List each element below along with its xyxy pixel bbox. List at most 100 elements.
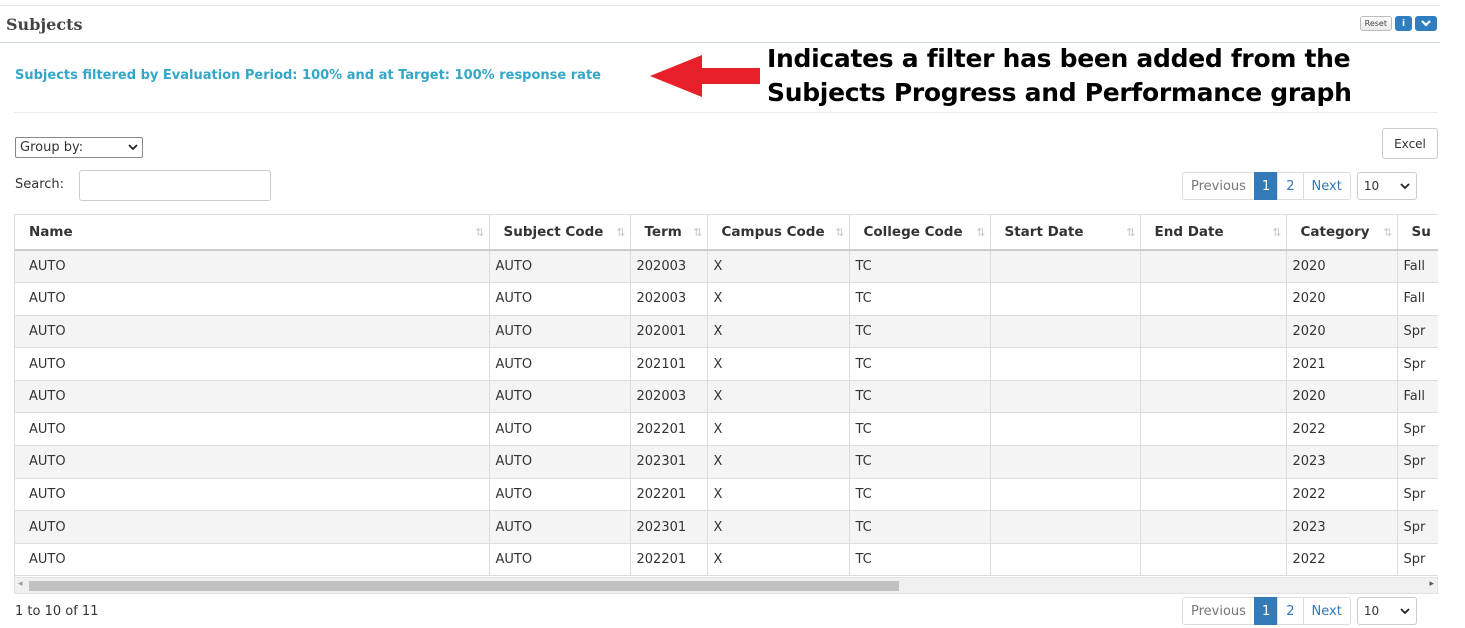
table-cell: AUTO [15,478,490,512]
table-cell: TC [849,412,991,447]
page-1-button[interactable]: 1 [1253,597,1279,625]
group-by-select[interactable]: Group by: [15,137,143,158]
annotation-line-2: Subjects Progress and Performance graph [767,78,1352,107]
table-cell: 2022 [1286,543,1398,577]
table-row[interactable]: AUTO AUTO 202301 X TC 2023 Spr [15,510,1438,544]
table-cell [990,510,1141,544]
table-row[interactable]: AUTO AUTO 202003 X TC 2020 Fall [15,282,1438,316]
chevron-down-icon [1421,20,1431,27]
table-cell: AUTO [489,445,631,479]
table-cell [1140,250,1287,284]
sort-icon: ⇅ [976,226,986,239]
table-cell: AUTO [15,543,490,577]
reset-button[interactable]: Reset [1359,16,1392,31]
table-row[interactable]: AUTO AUTO 202101 X TC 2021 Spr [15,347,1438,381]
table-row[interactable]: AUTO AUTO 202301 X TC 2023 Spr [15,445,1438,479]
table-row[interactable]: AUTO AUTO 202003 X TC 2020 Fall [15,250,1438,284]
table-cell: 202001 [630,315,708,349]
page-length-select[interactable]: 10 [1356,597,1417,625]
table-cell: AUTO [489,412,631,447]
filter-notice: Subjects filtered by Evaluation Period: … [15,68,601,83]
table-cell: AUTO [15,445,490,479]
page-length-value: 10 [1363,179,1380,193]
table-cell: X [707,543,850,577]
pagination-bottom: Previous 1 2 Next 10 [1182,597,1417,625]
column-header-end-date[interactable]: End Date ⇅ [1140,215,1287,251]
table-cell: TC [849,380,991,414]
excel-button[interactable]: Excel [1382,128,1438,159]
column-header-start-date[interactable]: Start Date ⇅ [990,215,1141,251]
sort-icon: ⇅ [1126,226,1136,239]
table-cell: 2023 [1286,445,1398,479]
page-length-value: 10 [1363,604,1380,618]
table-cell [1140,347,1287,381]
table-cell: 202201 [630,543,708,577]
next-button[interactable]: Next [1302,597,1351,625]
table-row[interactable]: AUTO AUTO 202201 X TC 2022 Spr [15,478,1438,512]
scroll-right-icon[interactable]: ▸ [1429,579,1434,589]
table-row[interactable]: AUTO AUTO 202201 X TC 2022 Spr [15,412,1438,447]
page-length-select[interactable]: 10 [1356,172,1417,200]
table-cell: 2021 [1286,347,1398,381]
column-header-su[interactable]: Su [1397,215,1438,251]
next-button[interactable]: Next [1302,172,1351,200]
scroll-left-icon[interactable]: ◂ [18,579,23,589]
column-header-campus-code[interactable]: Campus Code ⇅ [707,215,850,251]
table-cell: TC [849,478,991,512]
table-cell [1140,282,1287,316]
table-cell: X [707,380,850,414]
table-cell: 202003 [630,380,708,414]
table-row[interactable]: AUTO AUTO 202001 X TC 2020 Spr [15,315,1438,349]
page-1-button[interactable]: 1 [1253,172,1279,200]
sort-icon: ⇅ [616,226,626,239]
sort-icon: ⇅ [475,226,485,239]
table-cell: AUTO [15,250,490,284]
sort-icon: ⇅ [835,226,845,239]
search-input[interactable] [79,170,271,201]
subjects-table: Name ⇅ Subject Code ⇅ Term ⇅ Campus Code ⇅ C… [14,214,1438,577]
scrollbar-thumb[interactable] [29,581,899,591]
table-cell [990,380,1141,414]
table-cell [1140,543,1287,577]
horizontal-scrollbar[interactable]: ◂ ▸ [14,577,1438,594]
table-cell [990,250,1141,284]
column-header-term[interactable]: Term ⇅ [630,215,708,251]
panel-title: Subjects [6,15,83,34]
table-cell: X [707,282,850,316]
column-header-name[interactable]: Name ⇅ [15,215,490,251]
table-cell: Spr [1397,347,1438,381]
table-cell [990,282,1141,316]
table-cell: 202201 [630,412,708,447]
column-header-college-code[interactable]: College Code ⇅ [849,215,991,251]
info-button[interactable]: i [1395,16,1412,31]
divider [14,112,1438,113]
table-cell: Spr [1397,445,1438,479]
table-cell: AUTO [15,510,490,544]
table-cell: X [707,445,850,479]
table-cell [1140,478,1287,512]
column-header-subject-code[interactable]: Subject Code ⇅ [489,215,631,251]
red-arrow-icon [650,55,760,97]
chevron-down-icon [128,144,138,151]
page-2-button[interactable]: 2 [1277,172,1304,200]
table-cell: X [707,478,850,512]
column-header-category[interactable]: Category ⇅ [1286,215,1398,251]
panel-header: Subjects Reset i [0,10,1440,43]
page-2-button[interactable]: 2 [1277,597,1304,625]
table-info: 1 to 10 of 11 [15,604,99,619]
data-table: Name ⇅ Subject Code ⇅ Term ⇅ Campus Code ⇅ C… [15,215,1438,577]
table-cell: 2022 [1286,478,1398,512]
previous-button[interactable]: Previous [1182,597,1255,625]
table-row[interactable]: AUTO AUTO 202201 X TC 2022 Spr [15,543,1438,577]
pagination-top: Previous 1 2 Next 10 [1182,172,1417,200]
table-cell [990,543,1141,577]
table-cell: X [707,250,850,284]
previous-button[interactable]: Previous [1182,172,1255,200]
table-cell: TC [849,543,991,577]
table-row[interactable]: AUTO AUTO 202003 X TC 2020 Fall [15,380,1438,414]
table-cell: AUTO [489,315,631,349]
annotation-text: Indicates a filter has been added from t… [767,42,1352,110]
collapse-button[interactable] [1415,16,1437,31]
table-cell: 2020 [1286,380,1398,414]
table-header-row: Name ⇅ Subject Code ⇅ Term ⇅ Campus Code ⇅ C… [15,215,1438,251]
